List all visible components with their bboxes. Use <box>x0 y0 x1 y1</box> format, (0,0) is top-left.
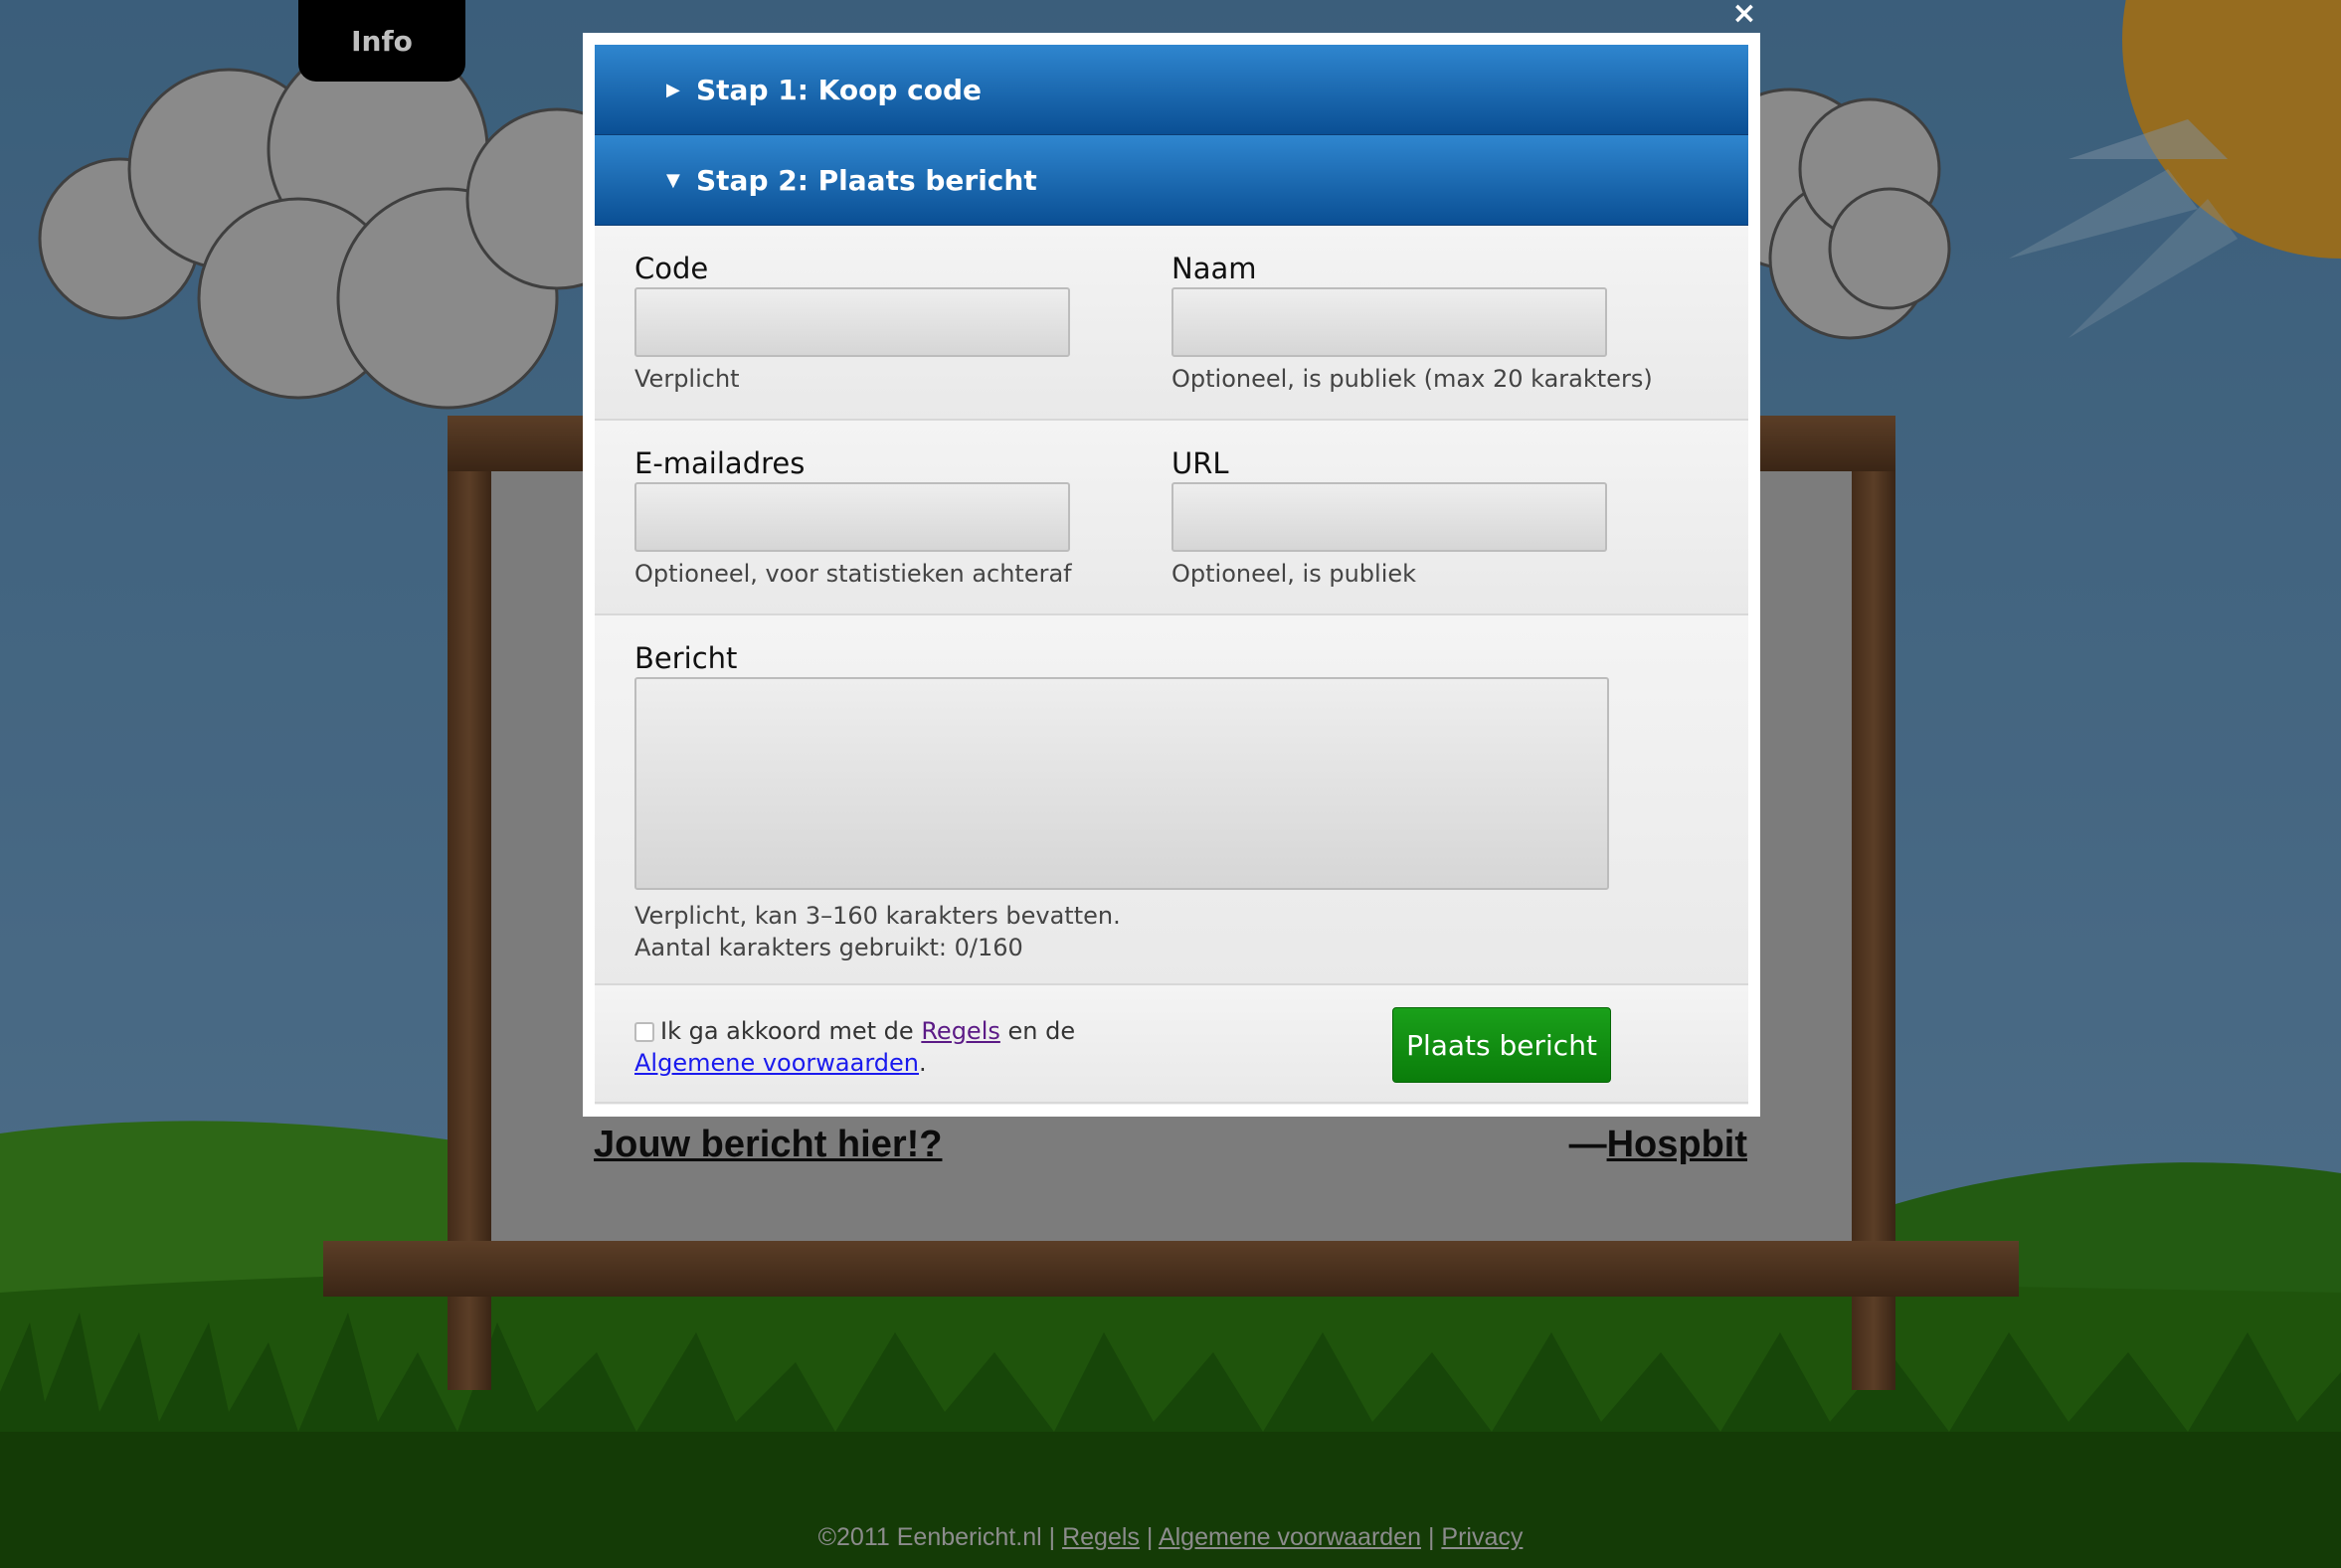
regels-link[interactable]: Regels <box>921 1017 1000 1045</box>
close-icon[interactable]: × <box>1730 0 1758 29</box>
bericht-length-hint: Verplicht, kan 3–160 karakters bevatten. <box>634 902 1121 930</box>
agree-prefix: Ik ga akkoord met de <box>660 1017 914 1045</box>
post-message-modal: ▶ Stap 1: Koop code ▼ Stap 2: Plaats ber… <box>583 33 1760 1117</box>
bericht-char-counter: Aantal karakters gebruikt: 0/160 <box>634 934 1023 961</box>
naam-hint: Optioneel, is publiek (max 20 karakters) <box>1171 365 1653 393</box>
agree-text: Ik ga akkoord met de Regels en de Algeme… <box>634 1015 1132 1079</box>
naam-label: Naam <box>1171 252 1257 285</box>
submit-button[interactable]: Plaats bericht <box>1392 1007 1611 1083</box>
step-1-label: Stap 1: Koop code <box>696 73 982 106</box>
email-label: E-mailadres <box>634 446 806 480</box>
row-email-url: E-mailadres Optioneel, voor statistieken… <box>595 421 1748 615</box>
step-2-label: Stap 2: Plaats bericht <box>696 163 1037 197</box>
bericht-textarea[interactable] <box>634 677 1609 890</box>
email-input[interactable] <box>634 482 1070 552</box>
agree-middle: en de <box>1007 1017 1076 1045</box>
accordion-step-1[interactable]: ▶ Stap 1: Koop code <box>595 45 1748 135</box>
row-code-naam: Code Verplicht Naam Optioneel, is publie… <box>595 226 1748 421</box>
code-input[interactable] <box>634 287 1070 357</box>
code-hint: Verplicht <box>634 365 740 393</box>
accordion-step-2[interactable]: ▼ Stap 2: Plaats bericht <box>595 135 1748 226</box>
row-bericht: Bericht Verplicht, kan 3–160 karakters b… <box>595 615 1748 985</box>
row-submit: Ik ga akkoord met de Regels en de Algeme… <box>595 985 1748 1104</box>
caret-down-icon: ▼ <box>666 169 680 191</box>
url-label: URL <box>1171 446 1229 480</box>
caret-right-icon: ▶ <box>666 79 680 100</box>
agree-checkbox[interactable] <box>634 1022 654 1042</box>
email-hint: Optioneel, voor statistieken achteraf <box>634 560 1072 588</box>
bericht-label: Bericht <box>634 641 738 675</box>
code-label: Code <box>634 252 709 285</box>
naam-input[interactable] <box>1171 287 1607 357</box>
url-input[interactable] <box>1171 482 1607 552</box>
url-hint: Optioneel, is publiek <box>1171 560 1417 588</box>
agree-suffix: . <box>918 1049 927 1077</box>
bericht-hint: Verplicht, kan 3–160 karakters bevatten.… <box>634 900 1121 963</box>
modal-body: ▶ Stap 1: Koop code ▼ Stap 2: Plaats ber… <box>595 45 1748 1105</box>
voorwaarden-link[interactable]: Algemene voorwaarden <box>634 1049 919 1077</box>
